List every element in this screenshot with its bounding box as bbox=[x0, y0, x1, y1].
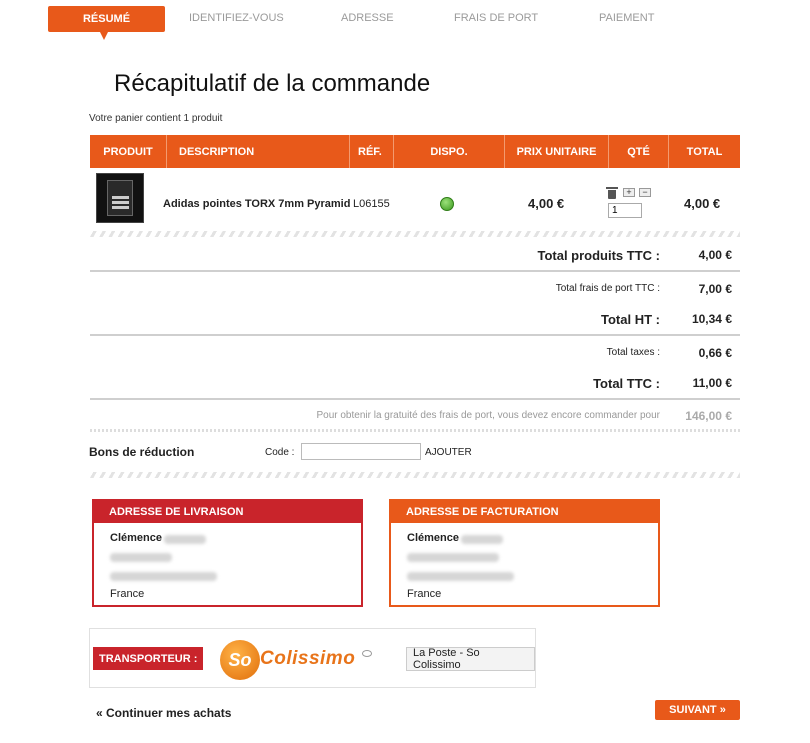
divider bbox=[90, 472, 740, 478]
divider bbox=[90, 334, 740, 336]
delivery-address-title: ADRESSE DE LIVRAISON bbox=[94, 501, 361, 523]
summary-value: 0,66 € bbox=[698, 346, 732, 360]
product-description[interactable]: Adidas pointes TORX 7mm Pyramid bbox=[163, 198, 350, 210]
step-identifiez-vous[interactable]: Identifiez-vous bbox=[189, 12, 284, 24]
summary-label: Total TTC : bbox=[593, 376, 660, 391]
so-colissimo-logo: So Colissimo bbox=[220, 640, 375, 680]
logo-so: So bbox=[220, 640, 260, 680]
carrier-label: TRANSPORTEUR : bbox=[93, 647, 204, 670]
step-paiement[interactable]: Paiement bbox=[599, 12, 654, 24]
redacted-text bbox=[461, 535, 503, 544]
redacted-text bbox=[164, 535, 206, 544]
step-resume[interactable]: Résumé bbox=[48, 6, 165, 40]
redacted-text bbox=[110, 553, 172, 562]
divider bbox=[90, 398, 740, 400]
delivery-country: France bbox=[110, 588, 145, 600]
page-title: Récapitulatif de la commande bbox=[114, 70, 431, 97]
delivery-address-box: ADRESSE DE LIVRAISON Clémence France bbox=[92, 499, 363, 607]
summary-value: 11,00 € bbox=[692, 376, 732, 390]
header-ref: RÉF. bbox=[350, 135, 394, 168]
product-ref: L06155 bbox=[353, 198, 390, 210]
step-frais-de-port[interactable]: Frais de port bbox=[454, 12, 538, 24]
summary-value: 10,34 € bbox=[691, 312, 732, 326]
summary-value: 146,00 € bbox=[685, 409, 732, 423]
billing-name: Clémence bbox=[407, 532, 459, 544]
summary-value: 7,00 € bbox=[698, 282, 732, 296]
summary-label: Pour obtenir la gratuité des frais de po… bbox=[316, 410, 660, 421]
carrier-box: TRANSPORTEUR : So Colissimo La Poste - S… bbox=[89, 628, 536, 688]
header-total: TOTAL bbox=[686, 145, 723, 158]
header-prix-unitaire: PRIX UNITAIRE bbox=[505, 135, 609, 168]
checkout-steps: Résumé Identifiez-vous Adresse Frais de … bbox=[48, 6, 768, 40]
add-voucher-button[interactable]: AJOUTER bbox=[425, 447, 472, 458]
divider bbox=[90, 270, 740, 272]
summary-label: Total HT : bbox=[601, 312, 660, 327]
billing-country: France bbox=[407, 588, 442, 600]
summary-value: 4,00 € bbox=[698, 248, 732, 262]
cart-table-header: PRODUIT DESCRIPTION RÉF. DISPO. PRIX UNI… bbox=[90, 135, 740, 168]
header-dispo: DISPO. bbox=[394, 135, 505, 168]
code-label: Code : bbox=[265, 447, 295, 458]
next-button[interactable]: SUIVANT » bbox=[655, 700, 740, 720]
billing-address-title: ADRESSE DE FACTURATION bbox=[391, 501, 658, 523]
redacted-text bbox=[407, 572, 514, 581]
voucher-label: Bons de réduction bbox=[89, 445, 195, 459]
step-adresse[interactable]: Adresse bbox=[341, 12, 394, 24]
continue-shopping-link[interactable]: « Continuer mes achats bbox=[96, 706, 231, 720]
divider bbox=[90, 231, 740, 237]
voucher-code-input[interactable] bbox=[301, 443, 421, 460]
quantity-minus-button[interactable]: − bbox=[639, 188, 651, 197]
unit-price: 4,00 € bbox=[528, 196, 565, 211]
billing-address-box: ADRESSE DE FACTURATION Clémence France bbox=[389, 499, 660, 607]
redacted-text bbox=[110, 572, 217, 581]
header-description: DESCRIPTION bbox=[167, 135, 350, 168]
summary-label: Total taxes : bbox=[606, 347, 660, 358]
delivery-name: Clémence bbox=[110, 532, 162, 544]
summary-label: Total frais de port TTC : bbox=[555, 283, 660, 294]
divider bbox=[90, 429, 740, 432]
header-qte: QTÉ bbox=[609, 135, 669, 168]
logo-mark-icon bbox=[362, 650, 372, 657]
table-row: Adidas pointes TORX 7mm Pyramid L06155 4… bbox=[90, 168, 740, 232]
logo-text: Colissimo bbox=[260, 648, 356, 669]
product-thumbnail[interactable] bbox=[96, 173, 144, 223]
redacted-text bbox=[407, 553, 499, 562]
header-produit: PRODUIT bbox=[90, 135, 167, 168]
in-stock-icon bbox=[440, 197, 454, 211]
summary-label: Total produits TTC : bbox=[537, 248, 660, 263]
carrier-name[interactable]: La Poste - So Colissimo bbox=[406, 647, 535, 671]
trash-icon[interactable] bbox=[606, 186, 618, 199]
row-total: 4,00 € bbox=[684, 196, 721, 211]
cart-count: Votre panier contient 1 produit bbox=[89, 113, 223, 124]
quantity-input[interactable] bbox=[608, 203, 642, 218]
quantity-plus-button[interactable]: + bbox=[623, 188, 635, 197]
